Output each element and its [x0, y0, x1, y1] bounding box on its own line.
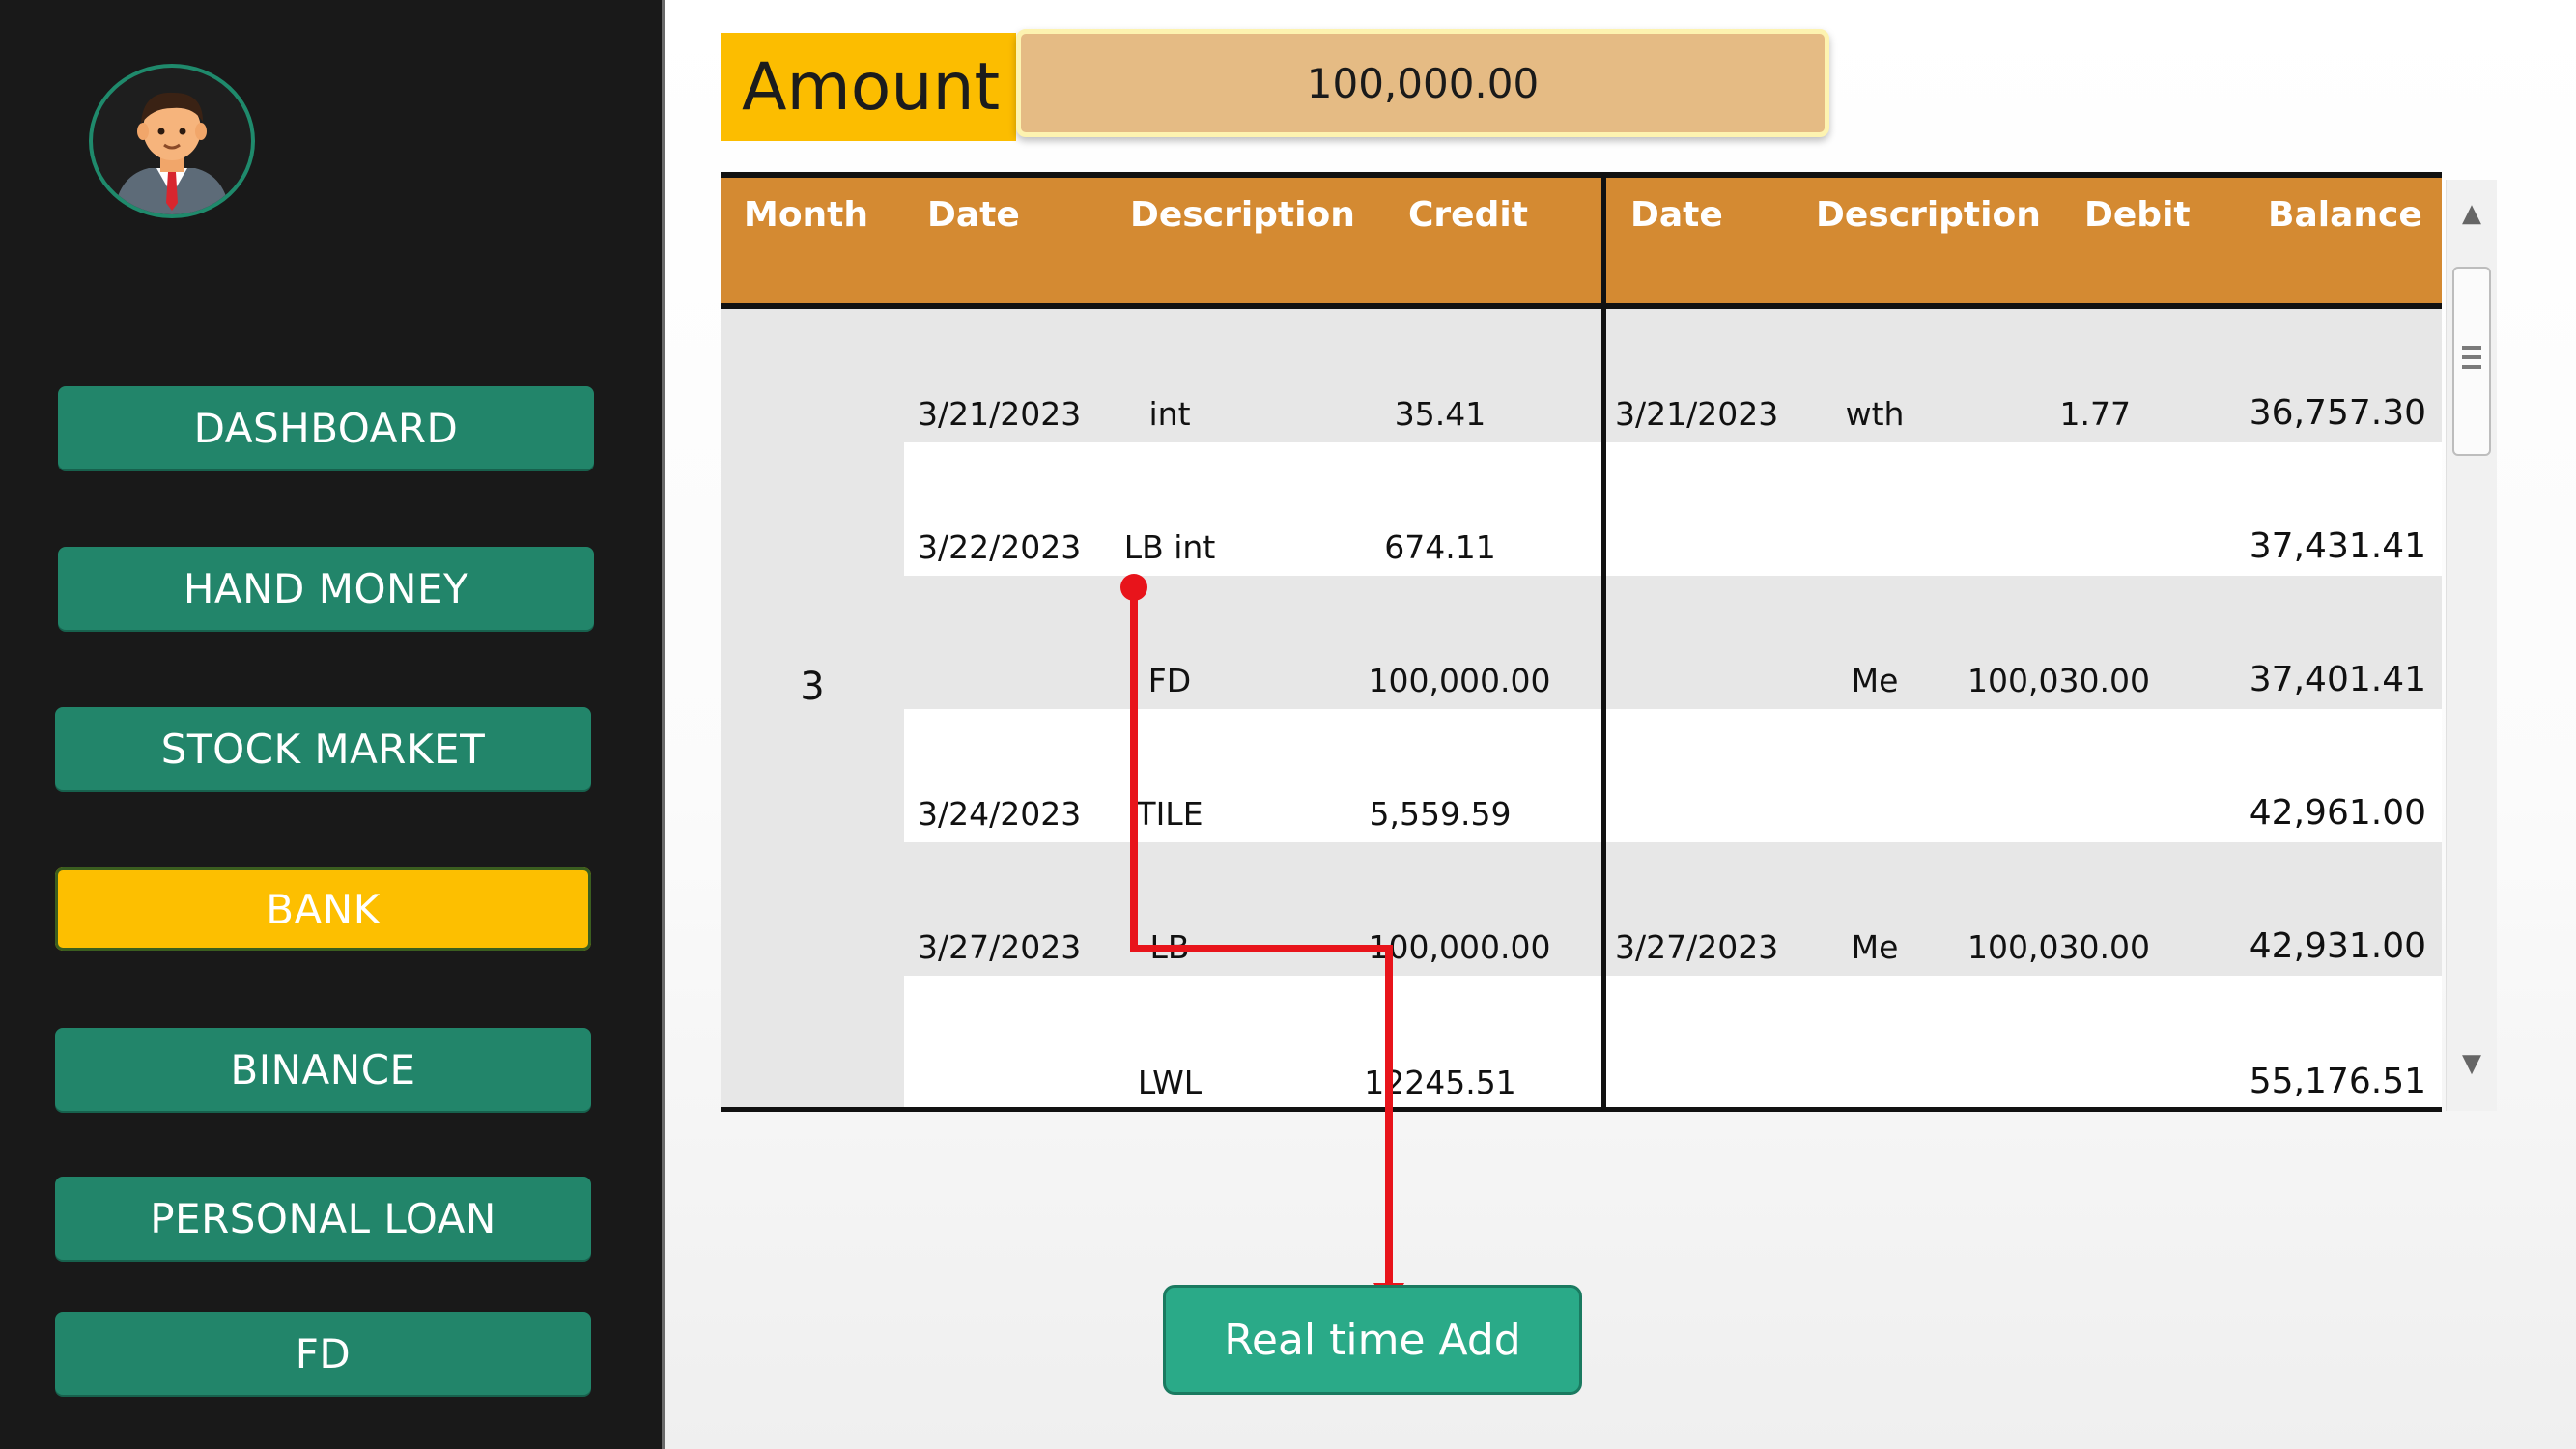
amount-input[interactable]: 100,000.00 [1016, 29, 1829, 137]
credit-amount: 100,000.00 [1368, 662, 1551, 699]
credit-description: FD [1147, 662, 1192, 699]
grip-lines-icon [2462, 346, 2481, 375]
scroll-down-arrow-icon[interactable]: ▼ [2447, 1049, 2497, 1078]
credit-description: TILE [1136, 795, 1203, 833]
nav-bank-button[interactable]: BANK [55, 867, 591, 951]
balance: 36,757.30 [2249, 393, 2426, 433]
debit-amount: 1.77 [2059, 395, 2131, 433]
credit-debit-divider [1601, 172, 1606, 1111]
credit-date: 3/24/2023 [918, 795, 1082, 833]
month-cell: 3 [721, 309, 904, 1111]
table-bottom-border [721, 1107, 2442, 1112]
header-balance: Balance [2268, 195, 2422, 235]
nav-dashboard-label: DASHBOARD [193, 404, 459, 452]
table-row[interactable]: 3/22/2023 LB int 674.11 37,431.41 [904, 442, 2442, 576]
credit-description: LB [1149, 928, 1190, 966]
header-debit-description: Description [1816, 195, 2041, 235]
header-credit-description: Description [1130, 195, 1355, 235]
balance: 55,176.51 [2249, 1062, 2426, 1101]
balance: 42,931.00 [2249, 926, 2426, 966]
table-row[interactable]: FD 100,000.00 Me 100,030.00 37,401.41 [904, 576, 2442, 709]
table-body: 3 3/21/2023 int 35.41 3/21/2023 wth 1.77… [721, 309, 2442, 1111]
scroll-thumb[interactable] [2452, 267, 2491, 456]
scroll-up-arrow-icon[interactable]: ▲ [2447, 199, 2497, 228]
debit-date: 3/27/2023 [1615, 928, 1779, 966]
nav-fd-button[interactable]: FD [55, 1312, 591, 1395]
nav-hand-money-button[interactable]: HAND MONEY [58, 547, 594, 630]
header-debit-date: Date [1630, 195, 1723, 235]
header-month: Month [744, 195, 869, 235]
credit-date: 3/27/2023 [918, 928, 1082, 966]
credit-amount: 674.11 [1384, 528, 1496, 566]
header-debit: Debit [2084, 195, 2191, 235]
table-header: Month Date Description Credit Date Descr… [721, 172, 2442, 309]
credit-date: 3/21/2023 [918, 395, 1082, 433]
nav-hand-money-label: HAND MONEY [183, 564, 469, 612]
credit-description: LB int [1123, 528, 1216, 566]
nav-fd-label: FD [295, 1329, 352, 1378]
debit-date: 3/21/2023 [1615, 395, 1779, 433]
bank-transactions-table: Month Date Description Credit Date Descr… [721, 172, 2442, 1112]
nav-stock-market-label: STOCK MARKET [160, 724, 486, 773]
credit-description: LWL [1137, 1064, 1203, 1101]
credit-date: 3/22/2023 [918, 528, 1082, 566]
table-row[interactable]: 3/24/2023 TILE 5,559.59 42,961.00 [904, 709, 2442, 842]
nav-stock-market-button[interactable]: STOCK MARKET [55, 707, 591, 790]
balance: 37,401.41 [2249, 660, 2426, 699]
header-credit: Credit [1408, 195, 1528, 235]
nav-bank-label: BANK [266, 885, 381, 933]
sidebar: DASHBOARD HAND MONEY STOCK MARKET BANK B… [0, 0, 665, 1449]
credit-amount: 12245.51 [1364, 1064, 1516, 1101]
amount-label: Amount [721, 33, 1016, 141]
businessman-avatar-icon [89, 64, 255, 218]
real-time-add-button[interactable]: Real time Add [1163, 1285, 1582, 1395]
nav-dashboard-button[interactable]: DASHBOARD [58, 386, 594, 469]
nav-binance-label: BINANCE [230, 1045, 416, 1094]
nav-personal-loan-button[interactable]: PERSONAL LOAN [55, 1177, 591, 1260]
table-row[interactable]: LWL 12245.51 55,176.51 [904, 976, 2442, 1111]
table-row[interactable]: 3/27/2023 LB 100,000.00 3/27/2023 Me 100… [904, 842, 2442, 976]
nav-personal-loan-label: PERSONAL LOAN [150, 1194, 496, 1242]
header-credit-date: Date [927, 195, 1020, 235]
credit-description: int [1148, 395, 1191, 433]
debit-amount: 100,030.00 [1967, 928, 2150, 966]
month-value: 3 [800, 665, 825, 709]
balance: 37,431.41 [2249, 526, 2426, 566]
credit-amount: 100,000.00 [1368, 928, 1551, 966]
nav-binance-button[interactable]: BINANCE [55, 1028, 591, 1111]
table-scrollbar[interactable]: ▲ ▼ [2446, 180, 2497, 1111]
credit-amount: 35.41 [1394, 395, 1486, 433]
debit-amount: 100,030.00 [1967, 662, 2150, 699]
balance: 42,961.00 [2249, 793, 2426, 833]
credit-amount: 5,559.59 [1369, 795, 1512, 833]
table-row[interactable]: 3/21/2023 int 35.41 3/21/2023 wth 1.77 3… [904, 309, 2442, 442]
